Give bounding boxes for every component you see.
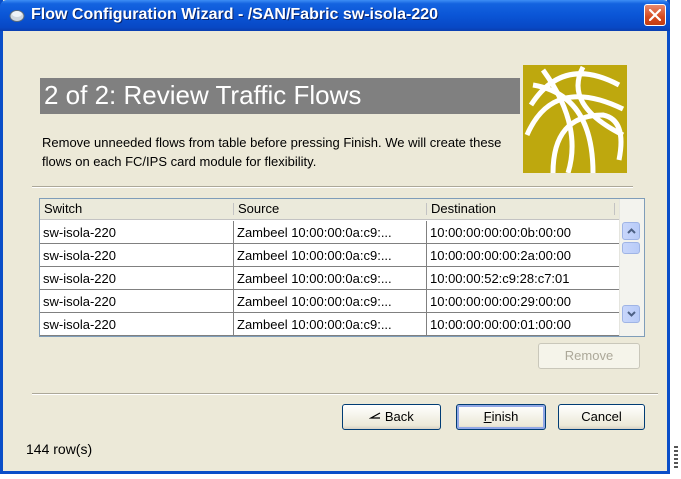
wizard-window: Flow Configuration Wizard - /SAN/Fabric … xyxy=(0,0,670,474)
top-divider xyxy=(32,186,633,188)
scroll-up-button[interactable] xyxy=(622,222,640,240)
flows-table[interactable]: Switch Source Destination sw-isola-220 Z… xyxy=(39,198,645,337)
column-header-source[interactable]: Source xyxy=(234,199,426,219)
cell-source: Zambeel 10:00:00:0a:c9:... xyxy=(234,313,427,336)
page-title: 2 of 2: Review Traffic Flows xyxy=(44,80,362,110)
column-header-destination[interactable]: Destination xyxy=(427,199,617,219)
title-bar[interactable]: Flow Configuration Wizard - /SAN/Fabric … xyxy=(0,0,670,31)
cisco-logo xyxy=(523,65,627,173)
column-header-switch[interactable]: Switch xyxy=(40,199,233,219)
finish-button-label: inish xyxy=(491,409,519,424)
finish-button[interactable]: Finish xyxy=(456,404,546,430)
margin-mark xyxy=(671,444,681,474)
cell-source: Zambeel 10:00:00:0a:c9:... xyxy=(234,290,427,313)
close-icon xyxy=(649,9,661,21)
cancel-button[interactable]: Cancel xyxy=(558,404,645,430)
cell-destination: 10:00:00:00:00:0b:00:00 xyxy=(427,221,620,244)
table-row[interactable]: sw-isola-220 Zambeel 10:00:00:0a:c9:... … xyxy=(40,244,620,267)
cell-switch: sw-isola-220 xyxy=(40,290,234,313)
cell-source: Zambeel 10:00:00:0a:c9:... xyxy=(234,267,427,290)
table-row[interactable]: sw-isola-220 Zambeel 10:00:00:0a:c9:... … xyxy=(40,313,620,336)
cell-switch: sw-isola-220 xyxy=(40,221,234,244)
cell-source: Zambeel 10:00:00:0a:c9:... xyxy=(234,244,427,267)
close-button[interactable] xyxy=(644,4,666,26)
cell-destination: 10:00:00:52:c9:28:c7:01 xyxy=(427,267,620,290)
finish-mnemonic: F xyxy=(483,409,492,424)
scroll-down-icon xyxy=(627,311,636,317)
back-arrow-icon xyxy=(368,412,381,419)
cell-source: Zambeel 10:00:00:0a:c9:... xyxy=(234,221,427,244)
table-row[interactable]: sw-isola-220 Zambeel 10:00:00:0a:c9:... … xyxy=(40,290,620,313)
cell-switch: sw-isola-220 xyxy=(40,313,234,336)
cell-destination: 10:00:00:00:00:2a:00:00 xyxy=(427,244,620,267)
scroll-up-icon xyxy=(627,228,636,234)
window-title: Flow Configuration Wizard - /SAN/Fabric … xyxy=(31,6,439,23)
table-row[interactable]: sw-isola-220 Zambeel 10:00:00:0a:c9:... … xyxy=(40,221,620,244)
step-header: 2 of 2: Review Traffic Flows xyxy=(40,78,520,114)
scroll-down-button[interactable] xyxy=(622,305,640,323)
row-count: 144 row(s) xyxy=(26,441,93,457)
vertical-scrollbar[interactable] xyxy=(619,199,644,336)
instructions-text: Remove unneeded flows from table before … xyxy=(42,135,502,169)
back-button-label: Back xyxy=(384,409,414,424)
table-row[interactable]: sw-isola-220 Zambeel 10:00:00:0a:c9:... … xyxy=(40,267,620,290)
cell-destination: 10:00:00:00:00:01:00:00 xyxy=(427,313,620,336)
back-button[interactable]: Back xyxy=(342,404,441,430)
cell-destination: 10:00:00:00:00:29:00:00 xyxy=(427,290,620,313)
column-divider xyxy=(614,203,615,215)
bottom-divider xyxy=(32,393,658,395)
cell-switch: sw-isola-220 xyxy=(40,244,234,267)
remove-button[interactable]: Remove xyxy=(538,343,640,369)
app-icon xyxy=(9,10,25,22)
table-header: Switch Source Destination xyxy=(40,199,620,220)
scroll-thumb[interactable] xyxy=(622,242,640,254)
cell-switch: sw-isola-220 xyxy=(40,267,234,290)
